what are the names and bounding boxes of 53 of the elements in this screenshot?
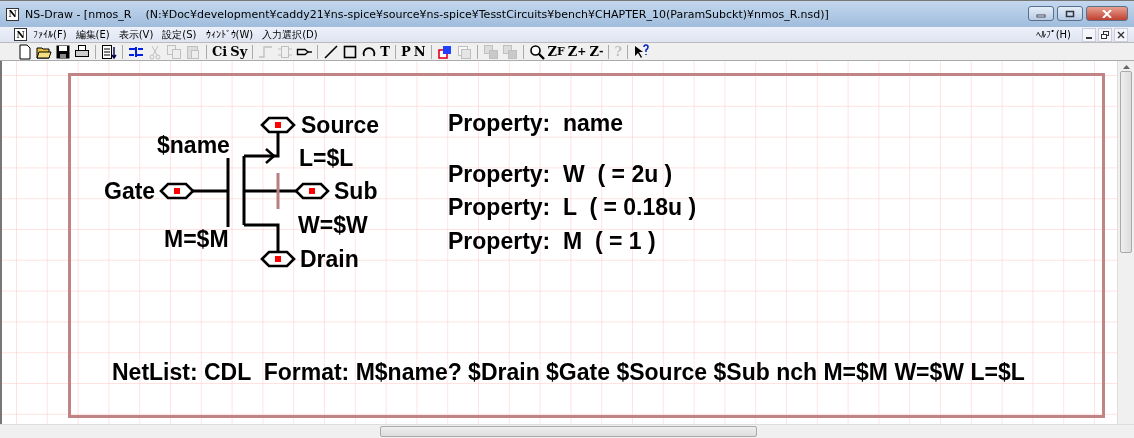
scroll-up-icon[interactable] (1122, 65, 1130, 69)
toolbar-button[interactable]: Ci (211, 43, 229, 60)
toolbar-button[interactable] (322, 43, 341, 60)
vertical-scrollbar[interactable] (1117, 61, 1134, 424)
pin-label: Gate (104, 179, 156, 203)
menu-item[interactable]: 設定(S) (162, 27, 206, 42)
maximize-button[interactable] (1057, 6, 1083, 21)
length-label: L=$L (299, 146, 354, 170)
close-icon (1117, 30, 1125, 39)
property-text: Property: W ( = 2u ) (448, 162, 673, 186)
pin-label: Drain (300, 247, 359, 271)
menu-item[interactable]: 表示(V) (118, 27, 163, 42)
pin-label: Source (301, 113, 379, 137)
app-icon: N (6, 7, 19, 21)
horizontal-scrollbar[interactable] (0, 424, 1134, 438)
document-icon[interactable]: N (14, 28, 27, 41)
substrate-bar (276, 173, 280, 209)
scroll-thumb[interactable] (1120, 71, 1132, 253)
toolbar-button[interactable] (632, 43, 650, 60)
close-icon (1102, 9, 1112, 18)
pin-icon (260, 250, 296, 268)
menu-item[interactable]: 編集(E) (75, 27, 119, 42)
pin-icon (159, 182, 195, 200)
property-text: Property: L ( = 0.18u ) (448, 195, 697, 219)
toolbar-button[interactable]: Sy (229, 43, 249, 60)
toolbar-button[interactable]: P (399, 43, 412, 60)
property-text: Property: M ( = 1 ) (448, 229, 656, 253)
pin-icon (260, 116, 296, 134)
toolbar-button[interactable] (100, 43, 118, 60)
restore-icon (1101, 30, 1109, 39)
help-menu[interactable]: ﾍﾙﾌﾟ(H) (1035, 29, 1080, 40)
property-text: Property: name (448, 111, 624, 135)
toolbar-button[interactable] (527, 43, 546, 60)
menu-item[interactable]: ｳｨﾝﾄﾞｳ(W) (205, 29, 263, 40)
toolbar-button[interactable]: N (412, 43, 427, 60)
minimize-icon (1086, 36, 1092, 39)
toolbar-button[interactable] (54, 43, 72, 60)
toolbar-button[interactable] (435, 43, 454, 60)
width-label: W=$W (298, 213, 368, 237)
instance-name-label: $name (157, 133, 230, 157)
toolbar-button[interactable] (73, 43, 91, 60)
close-button[interactable] (1086, 6, 1128, 21)
menu-item[interactable]: ﾌｧｲﾙ(F) (33, 29, 76, 40)
window-title: NS-Draw - [nmos_R (N:¥Doc¥development¥caddy21¥ns-spice¥source¥ns-spice¥TesstCircuits¥bench¥CHAPTER_10(ParamSubckt)¥nmos_R.nsd)] (25, 7, 830, 21)
toolbar-button[interactable]: T (379, 43, 391, 60)
pin-label: Sub (334, 179, 378, 203)
scroll-thumb[interactable] (380, 426, 757, 437)
maximize-icon (1065, 9, 1075, 18)
pin-icon (294, 182, 330, 200)
netlist-text: NetList: CDL Format: M$name? $Drain $Gate $Source $Sub nch M=$M W=$W L=$L (112, 360, 1025, 384)
multiplier-label: M=$M (164, 227, 229, 251)
restore-button[interactable] (1098, 27, 1112, 42)
menu-item[interactable]: 入力選択(D) (262, 27, 327, 42)
